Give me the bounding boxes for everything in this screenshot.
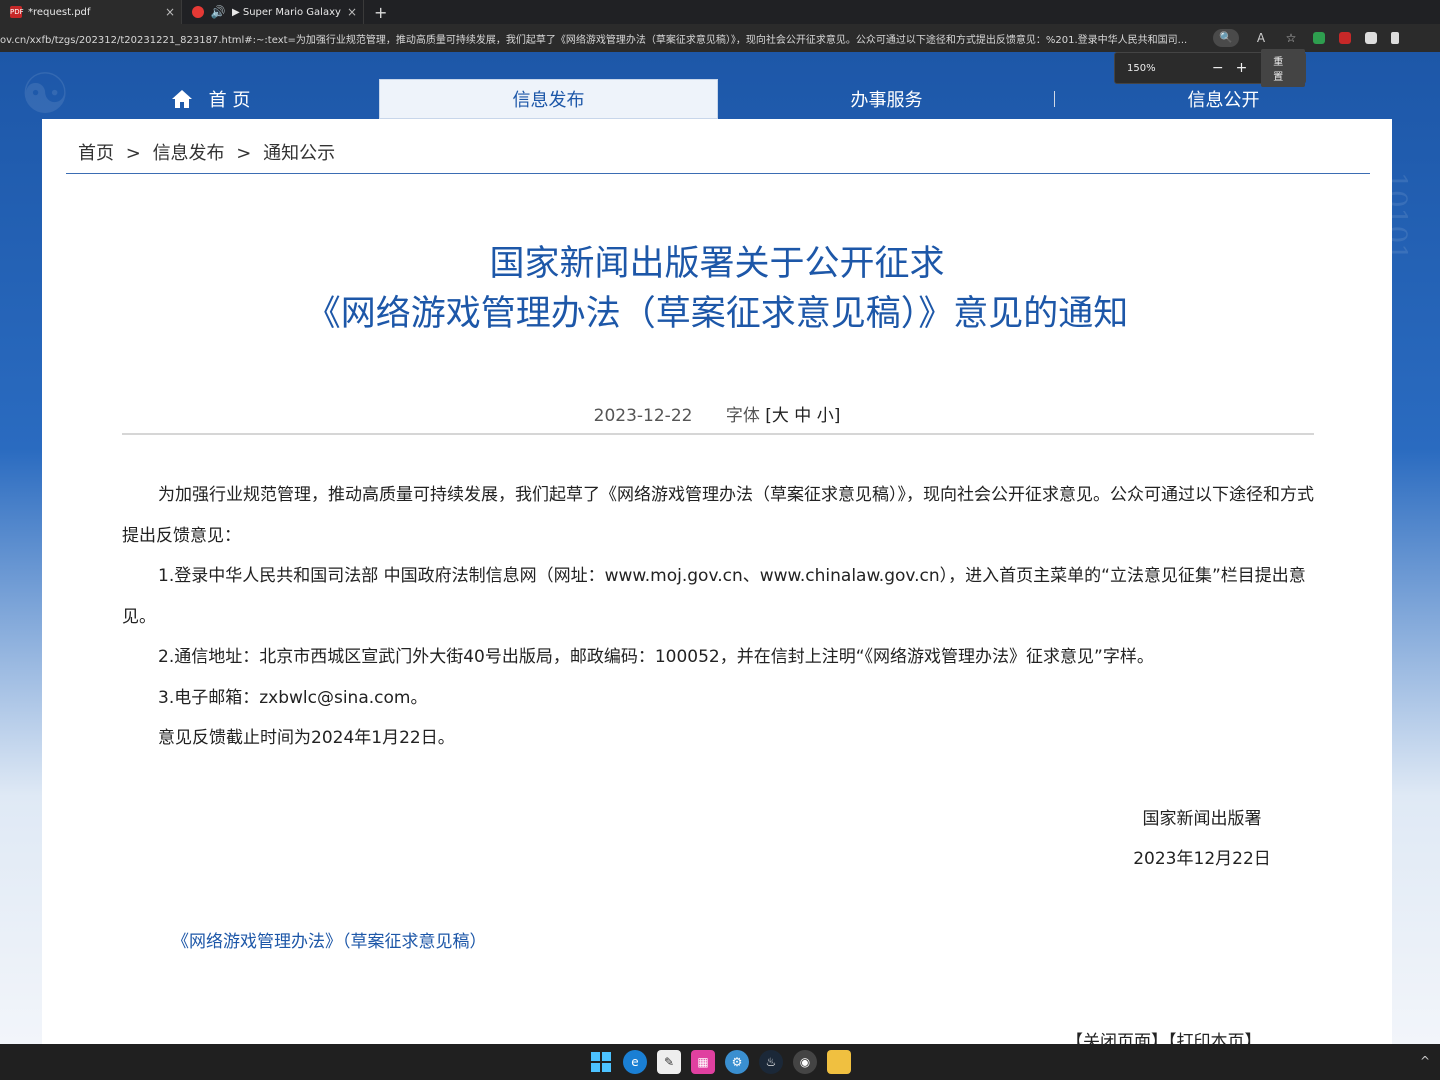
breadcrumb-info-release[interactable]: 信息发布	[153, 143, 225, 164]
favorite-star-icon[interactable]: ☆	[1283, 31, 1299, 45]
site-icon	[192, 6, 204, 18]
file-explorer-icon[interactable]	[827, 1050, 851, 1074]
breadcrumb-home[interactable]: 首页	[78, 143, 114, 164]
paragraph-intro: 为加强行业规范管理，推动高质量可持续发展，我们起草了《网络游戏管理办法（草案征求…	[122, 485, 1314, 546]
zoom-popup: 150% − + 重置	[1114, 49, 1306, 87]
content-panel: 首页 > 信息发布 > 通知公示 国家新闻出版署关于公开征求 《网络游戏管理办法…	[42, 119, 1392, 1052]
zoom-icon[interactable]: 🔍	[1213, 29, 1239, 47]
close-icon[interactable]: ×	[347, 5, 357, 19]
article-body: 为加强行业规范管理，推动高质量可持续发展，我们起草了《网络游戏管理办法（草案征求…	[122, 475, 1314, 759]
windows-start-icon[interactable]	[589, 1050, 613, 1074]
paragraph-item-2: 2.通信地址：北京市西城区宣武门外大街40号出版局，邮政编码：100052，并在…	[158, 647, 1154, 667]
extension-ublock-icon[interactable]	[1339, 32, 1351, 44]
close-icon[interactable]: ×	[165, 5, 175, 19]
nav-info-public-label: 信息公开	[1187, 90, 1260, 111]
paragraph-item-1: 1.登录中华人民共和国司法部 中国政府法制信息网（网址：www.moj.gov.…	[122, 566, 1306, 627]
nav-services-label: 办事服务	[850, 90, 923, 111]
extension-icon[interactable]	[1365, 32, 1377, 44]
address-bar: ov.cn/xxfb/tzgs/202312/t20231221_823187.…	[0, 24, 1440, 52]
nav-info-public[interactable]: 信息公开	[1055, 79, 1392, 119]
taskbar: e ✎ ▦ ⚙ ♨ ◉ ^	[0, 1044, 1440, 1080]
app-icon[interactable]: ✎	[657, 1050, 681, 1074]
nav-info-release-label: 信息发布	[512, 90, 585, 111]
tab-super-mario[interactable]: 🔊 ▶ Super Mario Galaxy 2 ×	[182, 0, 364, 24]
pdf-icon: PDF	[10, 6, 24, 18]
title-line-2: 《网络游戏管理办法（草案征求意见稿）》意见的通知	[305, 294, 1129, 334]
main-nav: 首 页 信息发布 办事服务 信息公开	[42, 79, 1392, 119]
font-size-label: 字体	[725, 406, 760, 426]
title-line-1: 国家新闻出版署关于公开征求	[489, 244, 945, 284]
signature-block: 国家新闻出版署 2023年12月22日	[1102, 799, 1302, 879]
home-icon	[171, 90, 192, 108]
breadcrumb-notices[interactable]: 通知公示	[263, 143, 335, 164]
signature-org: 国家新闻出版署	[1142, 809, 1262, 829]
read-aloud-icon[interactable]: A	[1253, 31, 1269, 45]
speaker-icon[interactable]: 🔊	[210, 5, 226, 19]
nav-home[interactable]: 首 页	[42, 79, 379, 119]
extension-icon[interactable]	[1391, 32, 1399, 44]
tab-request-pdf[interactable]: PDF *request.pdf ×	[0, 0, 182, 24]
edge-icon[interactable]: e	[623, 1050, 647, 1074]
extension-shield-icon[interactable]	[1313, 32, 1325, 44]
page-title: 国家新闻出版署关于公开征求 《网络游戏管理办法（草案征求意见稿）》意见的通知	[42, 239, 1392, 339]
breadcrumb-separator: >	[125, 143, 141, 164]
nav-services[interactable]: 办事服务	[718, 79, 1055, 119]
breadcrumb-divider	[66, 173, 1370, 174]
breadcrumb-separator: >	[236, 143, 252, 164]
signature-date: 2023年12月22日	[1133, 849, 1271, 869]
publish-date: 2023-12-22	[593, 406, 693, 426]
url-field[interactable]: ov.cn/xxfb/tzgs/202312/t20231221_823187.…	[0, 31, 1205, 46]
tab-title: ▶ Super Mario Galaxy 2	[232, 6, 341, 18]
new-tab-button[interactable]: +	[364, 3, 397, 22]
tab-title: *request.pdf	[28, 6, 91, 18]
font-size-switcher[interactable]: [大 中 小]	[765, 406, 840, 426]
zoom-percent: 150%	[1127, 62, 1156, 74]
attachment-link[interactable]: 《网络游戏管理办法》（草案征求意见稿）	[172, 927, 487, 952]
nav-info-release[interactable]: 信息发布	[379, 79, 718, 119]
paragraph-deadline: 意见反馈截止时间为2024年1月22日。	[158, 728, 455, 748]
meta-divider	[122, 433, 1314, 435]
app-pink-icon[interactable]: ▦	[691, 1050, 715, 1074]
browser-tab-bar: PDF *request.pdf × 🔊 ▶ Super Mario Galax…	[0, 0, 1440, 24]
zoom-out-button[interactable]: −	[1206, 60, 1230, 76]
nav-home-label: 首 页	[208, 90, 251, 111]
paragraph-item-3: 3.电子邮箱：zxbwlc@sina.com。	[158, 687, 428, 708]
app-gear-icon[interactable]: ⚙	[725, 1050, 749, 1074]
breadcrumb: 首页 > 信息发布 > 通知公示	[78, 139, 341, 165]
zoom-reset-button[interactable]: 重置	[1261, 49, 1305, 87]
tray-chevron-icon[interactable]: ^	[1420, 1054, 1430, 1068]
zoom-in-button[interactable]: +	[1230, 60, 1254, 76]
article-meta: 2023-12-22 字体 [大 中 小]	[42, 401, 1392, 426]
steam-icon[interactable]: ♨	[759, 1050, 783, 1074]
obs-icon[interactable]: ◉	[793, 1050, 817, 1074]
